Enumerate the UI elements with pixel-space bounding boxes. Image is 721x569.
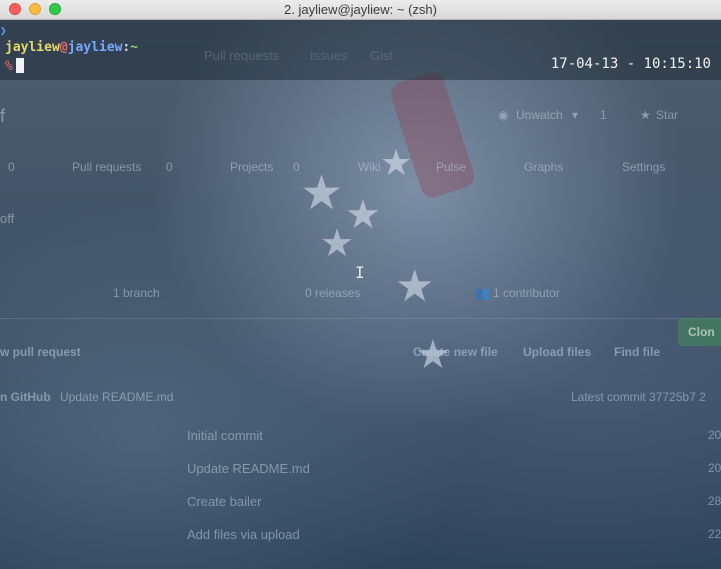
window-title: 2. jayliew@jayliew: ~ (zsh)	[284, 2, 437, 17]
text-cursor	[15, 58, 24, 73]
ghost-file-row-message: Create bailer	[187, 494, 262, 509]
ghost-caret-icon: ▾	[572, 108, 579, 122]
ghost-watch-count: 1	[600, 108, 607, 122]
ghost-unwatch-button: Unwatch	[516, 108, 563, 122]
ghost-eye-icon: ◉	[498, 108, 509, 122]
ghost-star-icon: ★	[640, 108, 651, 122]
prompt-host: jayliew	[67, 40, 123, 55]
prompt-user: jayliew	[5, 40, 60, 55]
ghost-tab-settings: Settings	[622, 160, 666, 174]
ghost-file-row-age: 28	[708, 494, 721, 508]
prompt-clock: 17-04-13 - 10:15:10	[550, 56, 711, 72]
ghost-new-pull-request: w pull request	[0, 345, 81, 359]
ghost-commit-message: Update README.md	[60, 390, 174, 404]
background-star-icon: ★	[395, 262, 435, 311]
ghost-file-row-message: Update README.md	[187, 461, 310, 476]
ghost-latest-commit: Latest commit 37725b7 2	[571, 390, 706, 404]
prompt-line: jayliew@jayliew:~	[5, 40, 138, 55]
ghost-file-row-age: 20	[708, 461, 721, 475]
ghost-release-count: 0 releases	[305, 286, 361, 300]
background-star-icon: ★	[380, 142, 413, 183]
ghost-repo-title: f	[0, 106, 6, 126]
prompt-directory: ~	[130, 40, 139, 55]
ghost-divider	[0, 318, 721, 319]
ghost-file-row-age: 20	[708, 428, 721, 442]
ghost-description-fragment: off	[0, 211, 15, 226]
ghost-left-count: 0	[8, 160, 15, 174]
ghost-tab-graphs: Graphs	[524, 160, 564, 174]
ibeam-cursor-icon: I	[355, 263, 365, 282]
ghost-tab-projects: Projects	[230, 160, 274, 174]
background-star-icon: ★	[320, 223, 355, 265]
ghost-create-new-file: Create new file	[413, 345, 498, 359]
ghost-upload-files: Upload files	[523, 345, 592, 359]
ghost-contributor-count: 1 contributor	[493, 286, 560, 300]
window-titlebar: 2. jayliew@jayliew: ~ (zsh)	[0, 0, 721, 20]
ghost-tab-wiki: Wiki	[358, 160, 381, 174]
ghost-file-row-message: Add files via upload	[187, 527, 300, 542]
ghost-branch-count: 1 branch	[113, 286, 160, 300]
ghost-tab-pulse: Pulse	[436, 160, 467, 174]
command-input-line[interactable]: %	[5, 58, 24, 74]
ghost-tab-pull-requests-count: 0	[166, 160, 173, 174]
terminal-pane[interactable]: ★ ★ ★ ★ ★ ★	[0, 20, 721, 569]
ghost-tab-projects-count: 0	[293, 160, 300, 174]
background-star-icon: ★	[300, 167, 344, 220]
ghost-commit-author: n GitHub	[0, 390, 51, 404]
prompt-at: @	[59, 40, 68, 55]
ghost-file-row-age: 22	[708, 527, 721, 541]
prompt-symbol: %	[5, 59, 13, 74]
ghost-clone-button: Clon	[678, 318, 721, 346]
ghost-star-button: Star	[656, 108, 679, 122]
ghost-people-icon: 👥	[475, 286, 490, 300]
ghost-file-row-message: Initial commit	[187, 428, 263, 443]
ghost-find-file: Find file	[614, 345, 660, 359]
prompt-marker-icon: ❯	[0, 24, 7, 37]
ghost-tab-pull-requests: Pull requests	[72, 160, 142, 174]
